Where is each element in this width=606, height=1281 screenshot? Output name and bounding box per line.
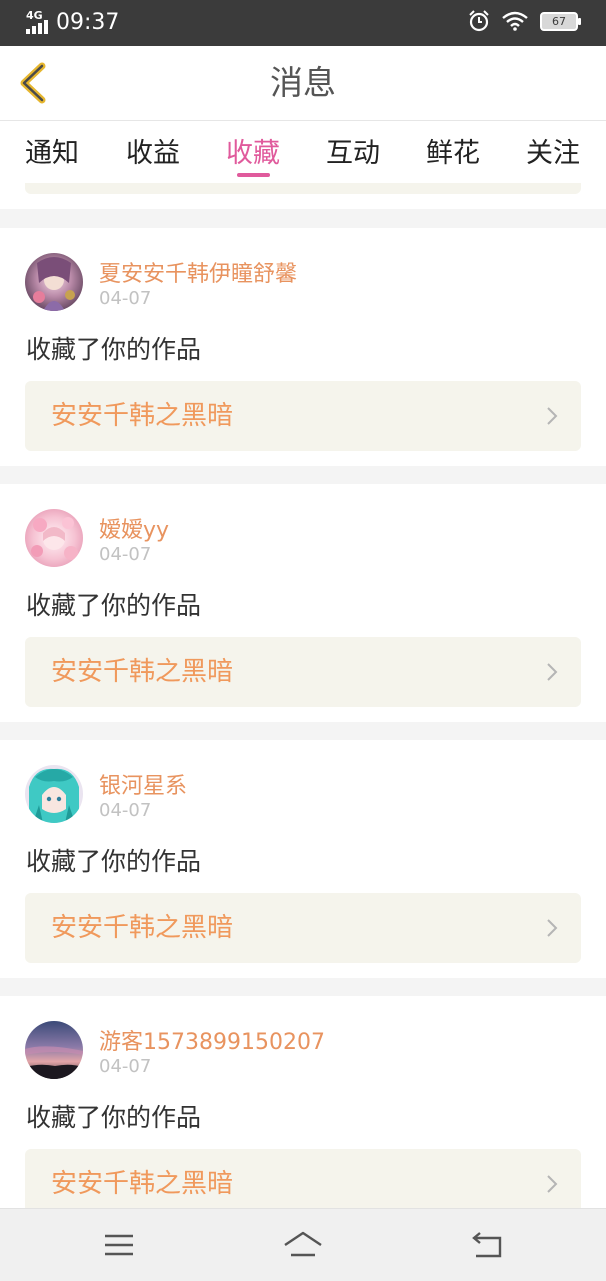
user-name[interactable]: 嫒嫒yy bbox=[99, 512, 169, 544]
message-text: 收藏了你的作品 bbox=[26, 591, 202, 620]
avatar[interactable] bbox=[25, 1021, 83, 1079]
list-item: 游客1573899150207 04-07 收藏了你的作品 安安千韩之黑暗 bbox=[0, 996, 606, 1234]
chevron-right-icon bbox=[547, 1175, 558, 1193]
signal-icon: 4G bbox=[24, 10, 52, 36]
tab-flowers[interactable]: 鲜花 bbox=[413, 131, 493, 170]
chevron-right-icon bbox=[547, 663, 558, 681]
message-text: 收藏了你的作品 bbox=[26, 1103, 202, 1132]
status-bar: 4G 09:37 67 bbox=[0, 0, 606, 46]
status-right: 67 bbox=[468, 10, 581, 32]
nav-bar: 消息 bbox=[0, 46, 606, 121]
return-icon[interactable] bbox=[468, 1227, 508, 1263]
list-item: 银河星系 04-07 收藏了你的作品 安安千韩之黑暗 bbox=[0, 740, 606, 978]
previous-work-card-tail bbox=[25, 183, 581, 194]
work-card[interactable]: 安安千韩之黑暗 bbox=[25, 381, 581, 451]
chevron-right-icon bbox=[547, 919, 558, 937]
page-title: 消息 bbox=[270, 63, 336, 102]
battery-icon: 67 bbox=[540, 11, 581, 31]
avatar[interactable] bbox=[25, 509, 83, 567]
home-icon[interactable] bbox=[283, 1227, 323, 1263]
alarm-icon bbox=[469, 10, 489, 32]
user-name[interactable]: 夏安安千韩伊瞳舒馨 bbox=[99, 256, 297, 288]
work-card[interactable]: 安安千韩之黑暗 bbox=[25, 893, 581, 963]
work-title: 安安千韩之黑暗 bbox=[51, 913, 234, 943]
work-title: 安安千韩之黑暗 bbox=[51, 401, 234, 431]
message-text: 收藏了你的作品 bbox=[26, 335, 202, 364]
avatar[interactable] bbox=[25, 253, 83, 311]
work-title: 安安千韩之黑暗 bbox=[51, 657, 234, 687]
chevron-right-icon bbox=[547, 407, 558, 425]
user-name[interactable]: 游客1573899150207 bbox=[99, 1024, 325, 1056]
system-nav-bar bbox=[0, 1208, 606, 1281]
tab-bar: 通知 收益 收藏 互动 鲜花 关注 bbox=[0, 121, 606, 183]
work-card[interactable]: 安安千韩之黑暗 bbox=[25, 637, 581, 707]
wifi-icon bbox=[502, 11, 528, 31]
avatar[interactable] bbox=[25, 765, 83, 823]
active-tab-indicator bbox=[237, 173, 270, 177]
status-left: 4G 09:37 bbox=[24, 8, 119, 38]
message-date: 04-07 bbox=[99, 1056, 152, 1077]
previous-item-tail bbox=[0, 183, 606, 209]
tab-interactions[interactable]: 互动 bbox=[313, 131, 393, 170]
user-name[interactable]: 银河星系 bbox=[99, 768, 187, 800]
tab-following[interactable]: 关注 bbox=[513, 131, 593, 170]
message-date: 04-07 bbox=[99, 288, 152, 309]
message-text: 收藏了你的作品 bbox=[26, 847, 202, 876]
list-item: 夏安安千韩伊瞳舒馨 04-07 收藏了你的作品 安安千韩之黑暗 bbox=[0, 228, 606, 466]
tab-earnings[interactable]: 收益 bbox=[113, 131, 193, 170]
menu-icon[interactable] bbox=[99, 1227, 139, 1263]
status-time: 09:37 bbox=[56, 10, 120, 35]
list-item: 嫒嫒yy 04-07 收藏了你的作品 安安千韩之黑暗 bbox=[0, 484, 606, 722]
message-date: 04-07 bbox=[99, 544, 152, 565]
message-date: 04-07 bbox=[99, 800, 152, 821]
tab-favorites[interactable]: 收藏 bbox=[213, 131, 293, 170]
tab-notifications[interactable]: 通知 bbox=[12, 131, 92, 170]
